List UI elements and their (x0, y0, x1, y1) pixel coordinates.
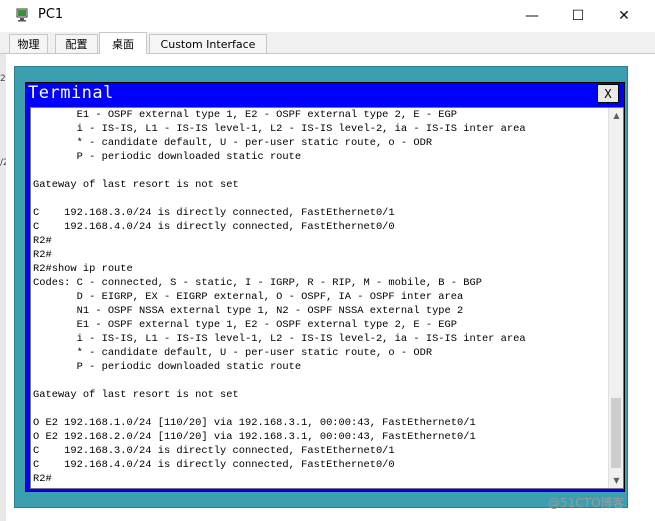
terminal-line: i - IS-IS, L1 - IS-IS level-1, L2 - IS-I… (33, 333, 526, 345)
terminal-line: C 192.168.4.0/24 is directly connected, … (33, 459, 395, 471)
terminal-line: D - EIGRP, EX - EIGRP external, O - OSPF… (33, 291, 464, 303)
terminal-title: Terminal (28, 83, 114, 103)
minimize-icon: — (525, 7, 539, 24)
pc-app-icon (16, 8, 28, 22)
terminal-line: Gateway of last resort is not set (33, 179, 239, 191)
left-edge-mark: 2 (0, 74, 6, 84)
terminal-line: Gateway of last resort is not set (33, 389, 239, 401)
scrollbar-thumb[interactable] (611, 398, 621, 468)
terminal-scrollbar[interactable]: ▲ ▼ (608, 108, 623, 488)
terminal-line: C 192.168.3.0/24 is directly connected, … (33, 207, 395, 219)
terminal-line: N1 - OSPF NSSA external type 1, N2 - OSP… (33, 305, 464, 317)
tab-label: 物理 (17, 38, 40, 51)
terminal-line: O E2 192.168.1.0/24 [110/20] via 192.168… (33, 417, 476, 429)
tab-physical[interactable]: 物理 (9, 34, 48, 53)
terminal-text: E1 - OSPF external type 1, E2 - OSPF ext… (33, 108, 605, 486)
terminal-line: C 192.168.4.0/24 is directly connected, … (33, 221, 395, 233)
tab-strip: 物理 配置 桌面 Custom Interface (0, 32, 655, 54)
terminal-line: E1 - OSPF external type 1, E2 - OSPF ext… (33, 319, 458, 331)
minimize-button[interactable]: — (509, 0, 555, 31)
terminal-line: P - periodic downloaded static route (33, 361, 302, 373)
maximize-icon: ☐ (571, 7, 585, 24)
scroll-up-icon[interactable]: ▲ (609, 108, 623, 123)
terminal-output[interactable]: E1 - OSPF external type 1, E2 - OSPF ext… (30, 107, 624, 489)
maximize-button[interactable]: ☐ (555, 0, 601, 31)
close-button[interactable]: ✕ (601, 0, 647, 31)
tab-config[interactable]: 配置 (55, 34, 98, 53)
terminal-line: P - periodic downloaded static route (33, 151, 302, 163)
close-icon: X (604, 86, 612, 101)
left-edge-strip: 2 /2 (0, 54, 6, 521)
terminal-line: R2# (33, 249, 52, 261)
tab-label: Custom Interface (160, 37, 256, 51)
terminal-line: i - IS-IS, L1 - IS-IS level-1, L2 - IS-I… (33, 123, 526, 135)
window-titlebar: PC1 — ☐ ✕ (0, 0, 655, 33)
tab-label: 配置 (65, 38, 88, 51)
terminal-line: R2# (33, 473, 52, 485)
terminal-line: R2# (33, 235, 52, 247)
terminal-close-button[interactable]: X (597, 84, 619, 103)
close-icon: ✕ (618, 7, 630, 24)
terminal-line: E1 - OSPF external type 1, E2 - OSPF ext… (33, 109, 458, 121)
terminal-line: * - candidate default, U - per-user stat… (33, 347, 433, 359)
terminal-line: * - candidate default, U - per-user stat… (33, 137, 433, 149)
terminal-window: Terminal X E1 - OSPF external type 1, E2… (25, 82, 625, 492)
tab-desktop[interactable]: 桌面 (99, 32, 147, 54)
scroll-down-icon[interactable]: ▼ (609, 473, 623, 488)
tab-custom-interface[interactable]: Custom Interface (149, 34, 267, 53)
terminal-line: O E2 192.168.2.0/24 [110/20] via 192.168… (33, 431, 476, 443)
watermark: @51CTO博客 (548, 496, 625, 510)
terminal-line: C 192.168.3.0/24 is directly connected, … (33, 445, 395, 457)
terminal-line: Codes: C - connected, S - static, I - IG… (33, 277, 482, 289)
left-edge-mark: /2 (0, 158, 6, 168)
window-title: PC1 (38, 7, 64, 22)
tab-label: 桌面 (112, 37, 134, 51)
terminal-line: R2#show ip route (33, 263, 133, 275)
